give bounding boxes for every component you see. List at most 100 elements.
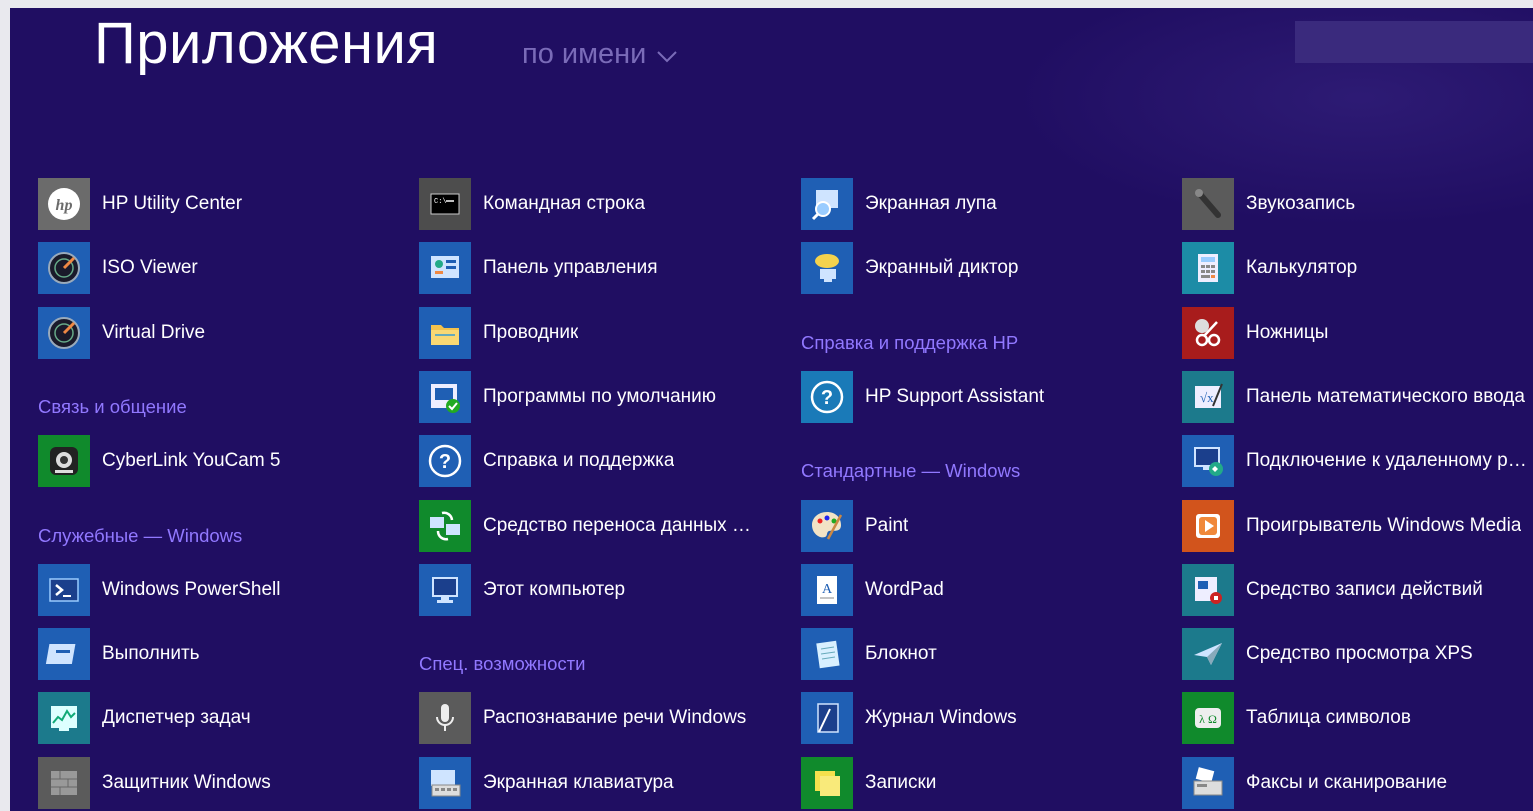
app-tile-item[interactable]: ISO Viewer [38,242,198,295]
help-icon: ? [801,370,853,423]
app-tile-item[interactable]: Панель управления [419,242,658,295]
app-tile-item[interactable]: ? HP Support Assistant [801,370,1045,423]
app-label: Windows PowerShell [102,578,281,600]
group-header[interactable]: Стандартные — Windows [801,460,1020,482]
iso-viewer-icon [38,242,90,295]
svg-text:A: A [822,582,833,597]
app-tile-item[interactable]: Выполнить [38,628,200,681]
app-tile-item[interactable]: Средство записи действий [1182,563,1483,616]
app-tile-item[interactable]: Проводник [419,306,579,359]
app-tile-item[interactable]: CyberLink YouCam 5 [38,435,281,488]
app-tile-item[interactable]: Средство переноса данных Wi... [419,499,768,552]
journal-icon [801,692,853,745]
snipping-tool-icon [1182,306,1234,359]
magnifier-icon [801,178,853,230]
hp-logo-icon: hp [38,178,90,230]
app-label: Virtual Drive [102,321,206,343]
paint-palette-icon [801,499,853,552]
app-tile-item[interactable]: Блокнот [801,628,937,681]
app-tile-item[interactable]: Распознавание речи Windows [419,692,747,745]
run-icon [38,628,90,681]
app-tile-item[interactable]: λ Ω Таблица символов [1182,692,1411,745]
app-label: WordPad [865,578,944,600]
app-label: HP Support Assistant [865,385,1045,407]
calculator-icon [1182,242,1234,295]
app-label: Защитник Windows [102,771,271,793]
svg-text:?: ? [821,387,833,409]
app-label: ISO Viewer [102,257,198,279]
app-label: Журнал Windows [865,707,1017,729]
app-tile-item[interactable]: Программы по умолчанию [419,370,717,423]
app-label: Выполнить [102,643,200,665]
app-tile-item[interactable]: √x Панель математического ввода [1182,370,1525,423]
app-label: Подключение к удаленному ра... [1246,450,1531,472]
svg-text:√x: √x [1200,390,1214,405]
app-label: Панель математического ввода [1246,385,1525,407]
app-tile-item[interactable]: Этот компьютер [419,563,626,616]
webcam-icon [38,435,90,488]
command-prompt-icon: C:\ [419,178,471,230]
app-tile-item[interactable]: Ножницы [1182,306,1329,359]
app-tile-item[interactable]: hp HP Utility Center [38,178,242,230]
app-tile-item[interactable]: Записки [801,756,936,809]
start-apps-screen: Приложения по имени hp HP Utility Center I… [10,8,1533,811]
app-tile-item[interactable]: Проигрыватель Windows Media [1182,499,1521,552]
wordpad-icon: A [801,563,853,616]
app-label: Ножницы [1246,321,1329,343]
sticky-notes-icon [801,756,853,809]
chevron-down-icon [657,50,678,62]
svg-text:C:\: C:\ [434,198,447,206]
app-tile-item[interactable]: A WordPad [801,563,944,616]
group-header[interactable]: Служебные — Windows [38,525,242,547]
app-tile-item[interactable]: Экранный диктор [801,242,1019,295]
app-tile-item[interactable]: Факсы и сканирование [1182,756,1447,809]
app-tile-item[interactable]: Защитник Windows [38,756,271,809]
app-label: CyberLink YouCam 5 [102,450,281,472]
easy-transfer-icon [419,499,471,552]
narrator-icon [801,242,853,295]
sort-by-name-dropdown[interactable]: по имени [522,38,678,71]
computer-icon [419,563,471,616]
group-header[interactable]: Связь и общение [38,396,187,418]
virtual-drive-icon [38,306,90,359]
app-tile-item[interactable]: Подключение к удаленному ра... [1182,435,1531,488]
app-label: HP Utility Center [102,193,243,214]
fax-icon [1182,756,1234,809]
app-tile-item[interactable]: ? Справка и поддержка [419,435,674,488]
svg-text:λ Ω: λ Ω [1199,712,1217,726]
search-box[interactable] [1295,21,1533,63]
app-tile-item[interactable]: Средство просмотра XPS [1182,628,1473,681]
app-tile-item[interactable]: C:\ Командная строка [419,178,645,230]
app-label: Экранный диктор [865,257,1019,279]
sound-recorder-icon [1182,178,1234,230]
app-label: Панель управления [483,257,658,279]
app-label: Этот компьютер [483,578,626,600]
keyboard-icon [419,756,471,809]
help-icon: ? [419,435,471,488]
app-label: Звукозапись [1246,193,1356,214]
app-tile-item[interactable]: Калькулятор [1182,242,1358,295]
math-input-icon: √x [1182,370,1234,423]
group-header[interactable]: Спец. возможности [419,653,585,675]
app-label: Калькулятор [1246,257,1358,279]
control-panel-icon [419,242,471,295]
steps-recorder-icon [1182,563,1234,616]
app-label: Проводник [483,321,579,343]
app-tile-item[interactable]: Windows PowerShell [38,563,281,616]
app-label: Распознавание речи Windows [483,707,747,729]
file-explorer-icon [419,306,471,359]
app-label: Средство просмотра XPS [1246,643,1473,665]
app-tile-item[interactable]: Звукозапись [1182,178,1355,230]
character-map-icon: λ Ω [1182,692,1234,745]
app-tile-item[interactable]: Virtual Drive [38,306,206,359]
app-label: Программы по умолчанию [483,385,717,407]
app-tile-item[interactable]: Paint [801,499,908,552]
app-label: Диспетчер задач [102,707,251,729]
app-tile-item[interactable]: Журнал Windows [801,692,1017,745]
xps-viewer-icon [1182,628,1234,681]
app-tile-item[interactable]: Экранная клавиатура [419,756,674,809]
app-tile-item[interactable]: Экранная лупа [801,178,997,230]
group-header[interactable]: Справка и поддержка HP [801,332,1018,354]
app-label: Экранная лупа [865,193,997,214]
app-tile-item[interactable]: Диспетчер задач [38,692,251,745]
